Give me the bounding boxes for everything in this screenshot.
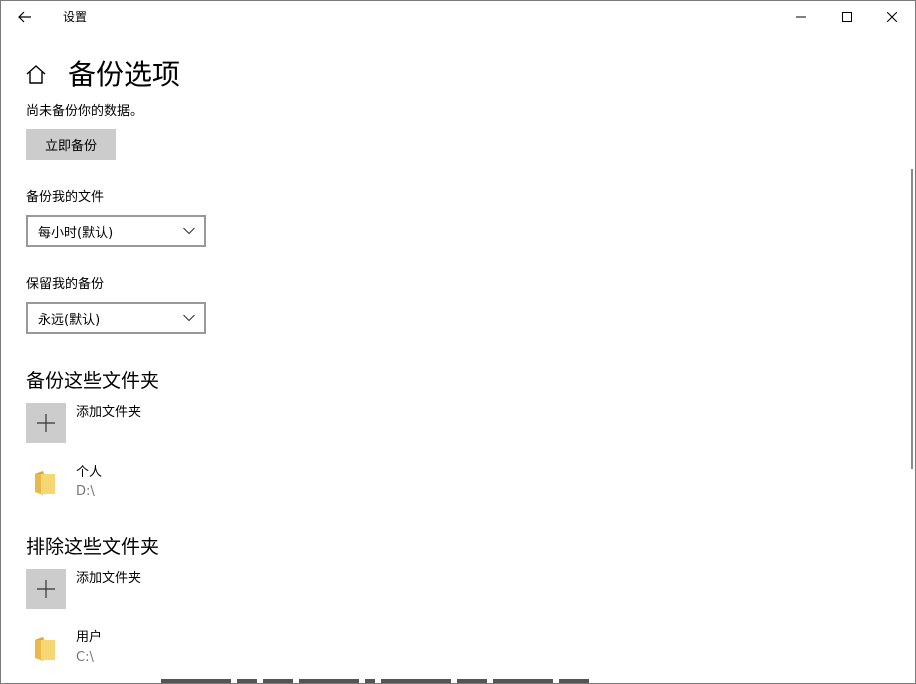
clipped-text-row — [161, 679, 661, 683]
title-bar: 设置 — [1, 1, 915, 33]
backup-frequency-value: 每小时(默认) — [38, 225, 114, 241]
minimize-button[interactable] — [778, 1, 824, 33]
backup-status-text: 尚未备份你的数据。 — [26, 104, 144, 119]
maximize-icon — [842, 12, 852, 22]
settings-window: 设置 备份选项 尚未备份你的数据。 立即备份 备份我的文件 每小时(默认) 保留… — [0, 0, 916, 684]
keep-backups-dropdown[interactable]: 永远(默认) — [26, 302, 206, 334]
plus-icon — [37, 580, 55, 598]
exclude-folder-path: C:\ — [76, 650, 94, 665]
back-button[interactable] — [1, 1, 49, 33]
add-include-folder-button[interactable] — [26, 403, 66, 443]
add-exclude-folder-button[interactable] — [26, 569, 66, 609]
minimize-icon — [796, 16, 806, 18]
backup-frequency-dropdown[interactable]: 每小时(默认) — [26, 215, 206, 247]
home-icon[interactable] — [25, 64, 47, 86]
app-title: 设置 — [63, 10, 88, 24]
arrow-left-icon — [18, 11, 31, 23]
vertical-scrollbar[interactable] — [911, 169, 913, 469]
chevron-down-icon — [183, 314, 195, 322]
backup-frequency-label: 备份我的文件 — [26, 190, 105, 205]
add-include-folder-label[interactable]: 添加文件夹 — [76, 404, 141, 422]
add-exclude-folder-label[interactable]: 添加文件夹 — [76, 570, 141, 588]
exclude-folder-name[interactable]: 用户 — [76, 629, 102, 647]
close-button[interactable] — [869, 1, 915, 33]
exclude-section-title: 排除这些文件夹 — [26, 536, 160, 558]
chevron-down-icon — [183, 227, 195, 235]
keep-backups-value: 永远(默认) — [38, 312, 101, 328]
maximize-button[interactable] — [824, 1, 870, 33]
plus-icon — [37, 414, 55, 432]
folder-icon — [35, 471, 55, 495]
include-folder-path: D:\ — [76, 484, 95, 499]
backup-now-button[interactable]: 立即备份 — [26, 129, 116, 160]
folder-icon — [35, 637, 55, 661]
page-title: 备份选项 — [68, 58, 181, 91]
include-section-title: 备份这些文件夹 — [26, 370, 160, 392]
include-folder-name[interactable]: 个人 — [76, 464, 102, 482]
keep-backups-label: 保留我的备份 — [26, 277, 105, 292]
close-icon — [887, 12, 897, 22]
